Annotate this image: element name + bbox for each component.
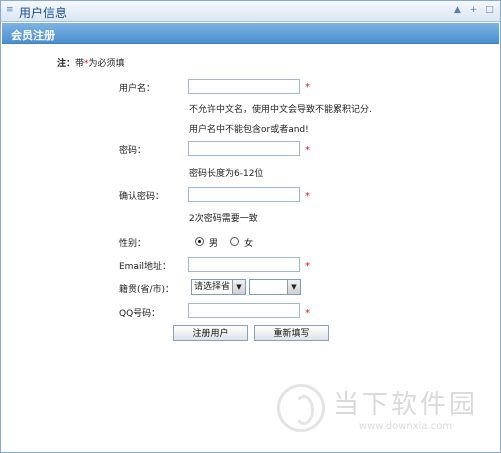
qq-label: QQ号码： — [119, 309, 161, 319]
window-titlebar: ≡ 用户信息 ▲ + □ — [1, 1, 500, 22]
watermark: 当下软件园 www.downxia.com — [276, 384, 478, 432]
confirm-required-star: * — [305, 191, 310, 202]
city-select[interactable]: ▼ — [249, 279, 301, 295]
register-button[interactable]: 注册用户 — [173, 325, 248, 341]
required-note: 注：带*为必须填 — [57, 56, 125, 69]
username-hint-2: 用户名中不能包含or或者and! — [189, 125, 309, 135]
note-before: 带 — [75, 59, 85, 69]
password-input[interactable] — [188, 141, 300, 156]
qq-input[interactable] — [188, 303, 300, 318]
gender-label: 性别： — [119, 239, 147, 249]
chevron-down-icon[interactable]: ▼ — [232, 280, 245, 294]
user-info-window: ≡ 用户信息 ▲ + □ 会员注册 注：带*为必须填 用户名： * 不允许中文名… — [0, 0, 501, 453]
province-select[interactable]: 请选择省 ▼ — [191, 279, 246, 295]
username-required-star: * — [305, 82, 310, 93]
gender-male-label: 男 — [209, 239, 219, 249]
watermark-logo-icon — [276, 384, 325, 432]
note-prefix: 注： — [57, 59, 76, 69]
reset-button[interactable]: 重新填写 — [254, 325, 329, 341]
watermark-line-1: 当下软件园 — [332, 390, 478, 420]
watermark-line-2: www.downxia.com — [358, 421, 453, 432]
gender-male-radio[interactable] — [195, 237, 204, 246]
email-input[interactable] — [188, 257, 300, 272]
chevron-down-icon[interactable]: ▼ — [287, 280, 300, 294]
password-required-star: * — [305, 145, 310, 156]
watermark-text: 当下软件园 www.downxia.com — [333, 384, 478, 432]
gender-female-radio[interactable] — [230, 237, 239, 246]
confirm-password-hint: 2次密码需要一致 — [189, 214, 258, 224]
email-label: Email地址： — [119, 262, 171, 272]
qq-required-star: * — [305, 308, 310, 319]
collapse-icon[interactable]: ▲ — [453, 5, 462, 15]
section-header: 会员注册 — [2, 23, 499, 44]
province-selected: 请选择省 — [194, 282, 231, 292]
password-label: 密码： — [119, 146, 147, 156]
confirm-password-label: 确认密码： — [119, 192, 165, 202]
email-required-star: * — [305, 261, 310, 272]
confirm-password-input[interactable] — [188, 187, 300, 202]
username-input[interactable] — [188, 79, 300, 94]
password-hint: 密码长度为6-12位 — [189, 169, 264, 179]
window-title: 用户信息 — [19, 6, 68, 20]
window-controls: ▲ + □ — [453, 5, 494, 15]
grip-icon: ≡ — [6, 5, 14, 15]
maximize-icon[interactable]: □ — [485, 5, 494, 15]
username-label: 用户名： — [119, 84, 156, 94]
expand-icon[interactable]: + — [469, 5, 478, 15]
gender-female-label: 女 — [244, 239, 254, 249]
username-hint-1: 不允许中文名，使用中文会导致不能累积记分. — [189, 105, 372, 115]
region-label: 籍贯(省/市)： — [119, 285, 175, 295]
section-title: 会员注册 — [11, 29, 55, 42]
note-after: 为必须填 — [88, 59, 125, 69]
